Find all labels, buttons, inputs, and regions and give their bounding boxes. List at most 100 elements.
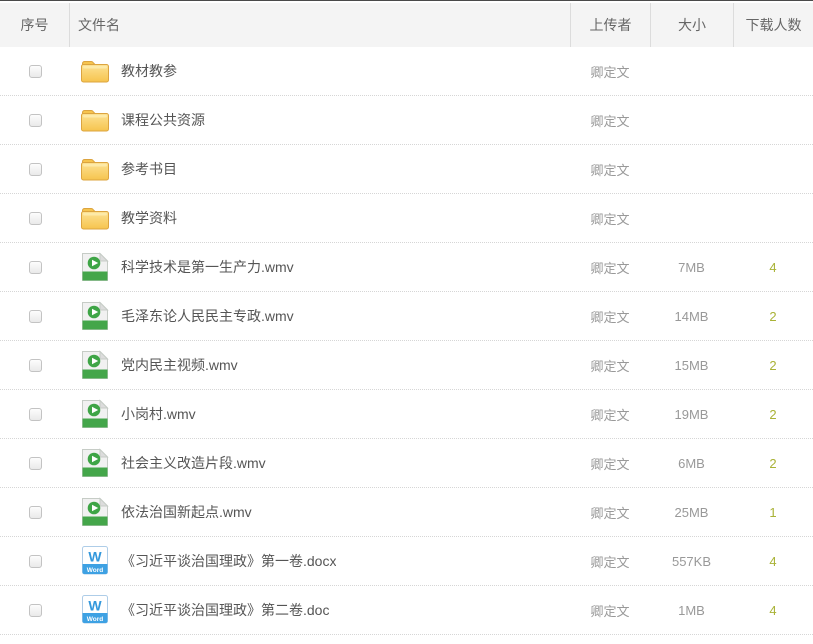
svg-text:Word: Word (87, 567, 104, 574)
file-table-body: 教材教参 卿定文 课程公共资源 卿定文 (0, 47, 813, 635)
file-type-icon-slot (80, 399, 110, 429)
uploader-cell: 卿定文 (570, 62, 650, 81)
file-type-icon-slot (80, 105, 110, 135)
downloads-cell: 4 (733, 554, 813, 569)
file-name-cell: 党内民主视频.wmv (70, 350, 570, 380)
video-play-icon (81, 301, 109, 331)
row-checkbox[interactable] (29, 408, 42, 421)
svg-text:W: W (88, 598, 102, 614)
table-row[interactable]: W Word 《习近平谈治国理政》第二卷.doc 卿定文 1MB 4 (0, 586, 813, 635)
row-checkbox[interactable] (29, 359, 42, 372)
file-type-icon-slot (80, 448, 110, 478)
row-select-cell (0, 261, 70, 274)
row-checkbox[interactable] (29, 114, 42, 127)
file-type-icon-slot (80, 203, 110, 233)
uploader-cell: 卿定文 (570, 454, 650, 473)
table-row[interactable]: 课程公共资源 卿定文 (0, 96, 813, 145)
row-checkbox[interactable] (29, 604, 42, 617)
file-type-icon-slot (80, 154, 110, 184)
file-name-cell: 课程公共资源 (70, 105, 570, 135)
file-name-cell: W Word 《习近平谈治国理政》第二卷.doc (70, 595, 570, 625)
uploader-cell: 卿定文 (570, 405, 650, 424)
folder-icon (80, 156, 110, 182)
file-type-icon-slot (80, 252, 110, 282)
table-row[interactable]: 毛泽东论人民民主专政.wmv 卿定文 14MB 2 (0, 292, 813, 341)
row-select-cell (0, 604, 70, 617)
file-name[interactable]: 《习近平谈治国理政》第一卷.docx (121, 551, 336, 571)
row-select-cell (0, 163, 70, 176)
table-row[interactable]: 党内民主视频.wmv 卿定文 15MB 2 (0, 341, 813, 390)
table-row[interactable]: 依法治国新起点.wmv 卿定文 25MB 1 (0, 488, 813, 537)
uploader-cell: 卿定文 (570, 111, 650, 130)
uploader-cell: 卿定文 (570, 503, 650, 522)
size-cell: 15MB (650, 358, 733, 373)
file-name-cell: 毛泽东论人民民主专政.wmv (70, 301, 570, 331)
file-name-cell: 参考书目 (70, 154, 570, 184)
uploader-cell: 卿定文 (570, 209, 650, 228)
file-name[interactable]: 课程公共资源 (121, 110, 205, 130)
row-checkbox[interactable] (29, 555, 42, 568)
column-header-filename: 文件名 (70, 3, 570, 47)
downloads-cell: 1 (733, 505, 813, 520)
file-name-cell: 科学技术是第一生产力.wmv (70, 252, 570, 282)
row-select-cell (0, 359, 70, 372)
folder-icon (80, 58, 110, 84)
file-name-cell: 教学资料 (70, 203, 570, 233)
file-name-cell: 教材教参 (70, 56, 570, 86)
file-name[interactable]: 《习近平谈治国理政》第二卷.doc (121, 600, 329, 620)
table-row[interactable]: 科学技术是第一生产力.wmv 卿定文 7MB 4 (0, 243, 813, 292)
file-name-cell: W Word 《习近平谈治国理政》第一卷.docx (70, 546, 570, 576)
uploader-cell: 卿定文 (570, 160, 650, 179)
column-header-uploader: 上传者 (570, 3, 650, 47)
svg-text:W: W (88, 549, 102, 565)
file-name-cell: 社会主义改造片段.wmv (70, 448, 570, 478)
table-row[interactable]: 小岗村.wmv 卿定文 19MB 2 (0, 390, 813, 439)
file-name[interactable]: 科学技术是第一生产力.wmv (121, 257, 294, 277)
size-cell: 1MB (650, 603, 733, 618)
size-cell: 6MB (650, 456, 733, 471)
uploader-cell: 卿定文 (570, 258, 650, 277)
file-name[interactable]: 教学资料 (121, 208, 177, 228)
word-document-icon: W Word (82, 546, 108, 576)
file-name[interactable]: 社会主义改造片段.wmv (121, 453, 266, 473)
downloads-cell: 2 (733, 407, 813, 422)
row-select-cell (0, 212, 70, 225)
table-row[interactable]: W Word 《习近平谈治国理政》第一卷.docx 卿定文 557KB 4 (0, 537, 813, 586)
video-play-icon (81, 399, 109, 429)
table-row[interactable]: 社会主义改造片段.wmv 卿定文 6MB 2 (0, 439, 813, 488)
folder-icon (80, 107, 110, 133)
row-checkbox[interactable] (29, 163, 42, 176)
row-select-cell (0, 310, 70, 323)
row-checkbox[interactable] (29, 212, 42, 225)
table-row[interactable]: 教材教参 卿定文 (0, 47, 813, 96)
row-select-cell (0, 408, 70, 421)
svg-text:Word: Word (87, 616, 104, 623)
column-header-size: 大小 (650, 3, 733, 47)
top-divider (0, 0, 813, 1)
row-select-cell (0, 65, 70, 78)
file-table: 序号 文件名 上传者 大小 下载人数 教材教参 卿定文 (0, 3, 813, 635)
row-select-cell (0, 506, 70, 519)
row-checkbox[interactable] (29, 310, 42, 323)
file-name[interactable]: 参考书目 (121, 159, 177, 179)
table-row[interactable]: 参考书目 卿定文 (0, 145, 813, 194)
uploader-cell: 卿定文 (570, 552, 650, 571)
downloads-cell: 2 (733, 358, 813, 373)
size-cell: 7MB (650, 260, 733, 275)
row-checkbox[interactable] (29, 261, 42, 274)
file-name[interactable]: 小岗村.wmv (121, 404, 196, 424)
file-name[interactable]: 党内民主视频.wmv (121, 355, 238, 375)
size-cell: 557KB (650, 554, 733, 569)
file-name[interactable]: 毛泽东论人民民主专政.wmv (121, 306, 294, 326)
row-checkbox[interactable] (29, 506, 42, 519)
row-checkbox[interactable] (29, 65, 42, 78)
table-row[interactable]: 教学资料 卿定文 (0, 194, 813, 243)
row-select-cell (0, 114, 70, 127)
file-name[interactable]: 教材教参 (121, 61, 177, 81)
uploader-cell: 卿定文 (570, 601, 650, 620)
row-checkbox[interactable] (29, 457, 42, 470)
file-type-icon-slot (80, 56, 110, 86)
downloads-cell: 2 (733, 309, 813, 324)
file-name[interactable]: 依法治国新起点.wmv (121, 502, 252, 522)
column-header-index: 序号 (0, 3, 70, 47)
